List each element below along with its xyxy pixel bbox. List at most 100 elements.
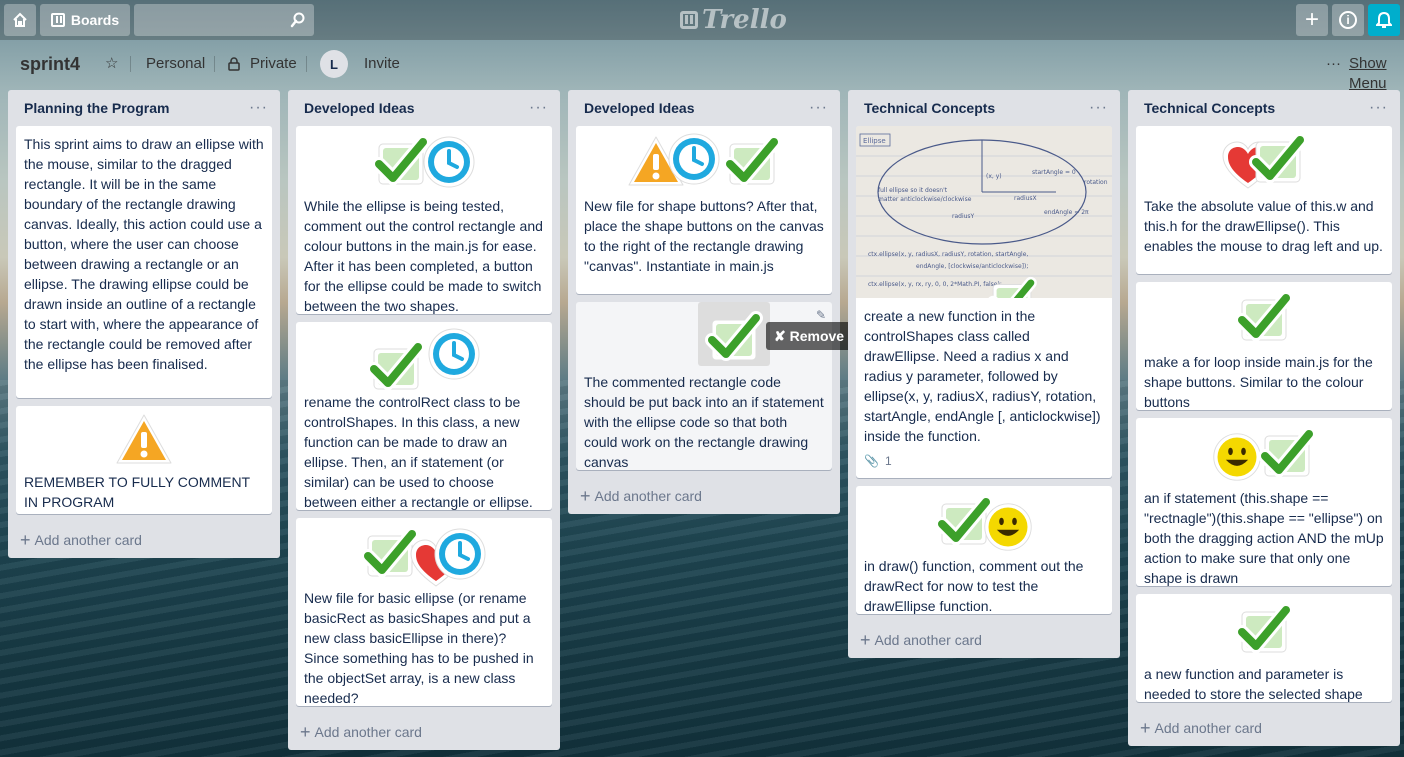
create-button[interactable]: + [1296, 4, 1328, 36]
ellipse-sketch-image: Ellipse (x, y) radiusX radiusY startAngl… [856, 126, 1112, 298]
list-title[interactable]: Developed Ideas [584, 100, 695, 116]
checkmark-icon [366, 339, 426, 395]
checkmark-icon [1234, 602, 1294, 658]
card-stickers [1144, 290, 1384, 346]
add-card-label: Add another card [314, 724, 422, 740]
list-header[interactable]: Developed Ideas ··· [288, 90, 560, 126]
sketch-label: startAngle = 0 [1032, 169, 1076, 176]
list-card[interactable]: in draw() function, comment out the draw… [856, 486, 1112, 614]
notifications-button[interactable] [1368, 4, 1400, 36]
top-bar: Boards Trello + i [0, 0, 1404, 40]
plus-icon: + [860, 629, 871, 650]
list-card[interactable]: While the ellipse is being tested, comme… [296, 126, 552, 314]
list-header[interactable]: Developed Ideas ··· [568, 90, 840, 126]
list-card[interactable]: This sprint aims to draw an ellipse with… [16, 126, 272, 398]
list-planning: Planning the Program ··· This sprint aim… [8, 90, 280, 558]
list-menu-icon[interactable]: ··· [809, 99, 828, 117]
list-card[interactable]: make a for loop inside main.js for the s… [1136, 282, 1392, 410]
divider [306, 56, 307, 72]
list-card[interactable]: rename the controlRect class to be contr… [296, 322, 552, 510]
list-technical-concepts-1: Technical Concepts ··· Ellipse (x, y) ra… [848, 90, 1120, 658]
attachment-count: 1 [884, 454, 892, 468]
add-card-label: Add another card [594, 488, 702, 504]
list-header[interactable]: Planning the Program ··· [8, 90, 280, 126]
add-card-button[interactable]: + Add another card [848, 622, 1120, 658]
clock-icon [426, 326, 482, 382]
card-title: rename the controlRect class to be contr… [304, 394, 533, 510]
add-card-button[interactable]: + Add another card [8, 522, 280, 558]
smiley-icon [982, 501, 1034, 553]
sketch-label: ctx.ellipse(x, y, radiusX, radiusY, rota… [868, 251, 1028, 258]
board-header: sprint4 ☆ Personal Private Invite ··· Sh… [0, 40, 1404, 92]
list-card[interactable]: New file for shape buttons? After that, … [576, 126, 832, 294]
list-developed-ideas-1: Developed Ideas ··· While the ellipse is… [288, 90, 560, 750]
sketch-label: rotation [1084, 179, 1108, 186]
bell-icon [1376, 11, 1392, 28]
card-title: a new function and parameter is needed t… [1144, 666, 1363, 702]
list-card[interactable]: Ellipse (x, y) radiusX radiusY startAngl… [856, 126, 1112, 478]
menu-dots-icon[interactable]: ··· [1326, 54, 1341, 74]
home-button[interactable] [4, 4, 36, 36]
list-header[interactable]: Technical Concepts ··· [848, 90, 1120, 126]
add-card-button[interactable]: + Add another card [1128, 710, 1400, 746]
list-title[interactable]: Developed Ideas [304, 100, 415, 116]
trello-logo-text: Trello [702, 5, 787, 35]
sketch-label: (x, y) [986, 173, 1002, 180]
list-card[interactable]: ✘ Remove ✎ The commented rectangle code … [576, 302, 853, 470]
trello-logo[interactable]: Trello [680, 5, 787, 35]
list-card[interactable]: REMEMBER TO FULLY COMMENT IN PROGRAM [16, 406, 272, 514]
list-menu-icon[interactable]: ··· [249, 99, 268, 117]
card-stickers [864, 494, 1104, 550]
sketch-label: matter anticlockwise/clockwise [878, 196, 972, 203]
star-icon[interactable]: ☆ [105, 54, 118, 74]
remove-sticker-button[interactable]: ✘ Remove [766, 322, 853, 350]
card-title: While the ellipse is being tested, comme… [304, 198, 543, 314]
home-icon [13, 12, 27, 27]
card-title: This sprint aims to draw an ellipse with… [24, 136, 264, 372]
boards-icon [50, 13, 65, 27]
list-header[interactable]: Technical Concepts ··· [1128, 90, 1400, 126]
list-menu-icon[interactable]: ··· [1369, 99, 1388, 117]
list-card[interactable]: Take the absolute value of this.w and th… [1136, 126, 1392, 274]
board-name[interactable]: sprint4 [20, 54, 80, 74]
list-title[interactable]: Planning the Program [24, 100, 169, 116]
sketch-label: endAngle, [clockwise/anticlockwise]); [916, 263, 1028, 270]
edit-icon[interactable]: ✎ [816, 308, 826, 322]
search-input[interactable] [134, 4, 314, 36]
card-title: in draw() function, comment out the draw… [864, 558, 1084, 614]
checkmark-icon [1257, 426, 1317, 482]
invite-button[interactable]: Invite [364, 54, 400, 74]
add-card-button[interactable]: + Add another card [288, 714, 560, 750]
add-card-button[interactable]: + Add another card [568, 478, 840, 514]
list-menu-icon[interactable]: ··· [1089, 99, 1108, 117]
list-title[interactable]: Technical Concepts [864, 100, 995, 116]
avatar[interactable]: L [320, 50, 348, 78]
list-card[interactable]: New file for basic ellipse (or rename ba… [296, 518, 552, 706]
checkmark-icon[interactable] [704, 310, 764, 366]
plus-icon: + [20, 529, 31, 550]
sketch-label: ctx.ellipse(x, y, rx, ry, 0, 0, 2*Math.P… [868, 281, 1002, 288]
sketch-label: radiusX [1014, 195, 1037, 202]
clock-icon [432, 526, 488, 582]
show-menu-link[interactable]: Show Menu [1349, 54, 1404, 92]
add-card-label: Add another card [34, 532, 142, 548]
checkmark-icon [1234, 290, 1294, 346]
boards-button[interactable]: Boards [40, 4, 130, 36]
list-card[interactable]: an if statement (this.shape == "rectnagl… [1136, 418, 1392, 586]
list-menu-icon[interactable]: ··· [529, 99, 548, 117]
boards-label: Boards [70, 12, 120, 28]
add-card-label: Add another card [874, 632, 982, 648]
card-stickers [304, 134, 544, 190]
list-title[interactable]: Technical Concepts [1144, 100, 1275, 116]
checkmark-icon [722, 134, 782, 190]
plus-icon: + [300, 721, 311, 742]
info-button[interactable]: i [1332, 4, 1364, 36]
card-title: Take the absolute value of this.w and th… [1144, 198, 1383, 254]
card-title: create a new function in the controlShap… [864, 308, 1101, 444]
card-title: New file for shape buttons? After that, … [584, 198, 824, 274]
list-card[interactable]: a new function and parameter is needed t… [1136, 594, 1392, 702]
card-stickers [24, 414, 264, 466]
team-button[interactable]: Personal [146, 54, 205, 74]
card-stickers [1144, 426, 1384, 482]
visibility-button[interactable]: Private [250, 54, 297, 74]
